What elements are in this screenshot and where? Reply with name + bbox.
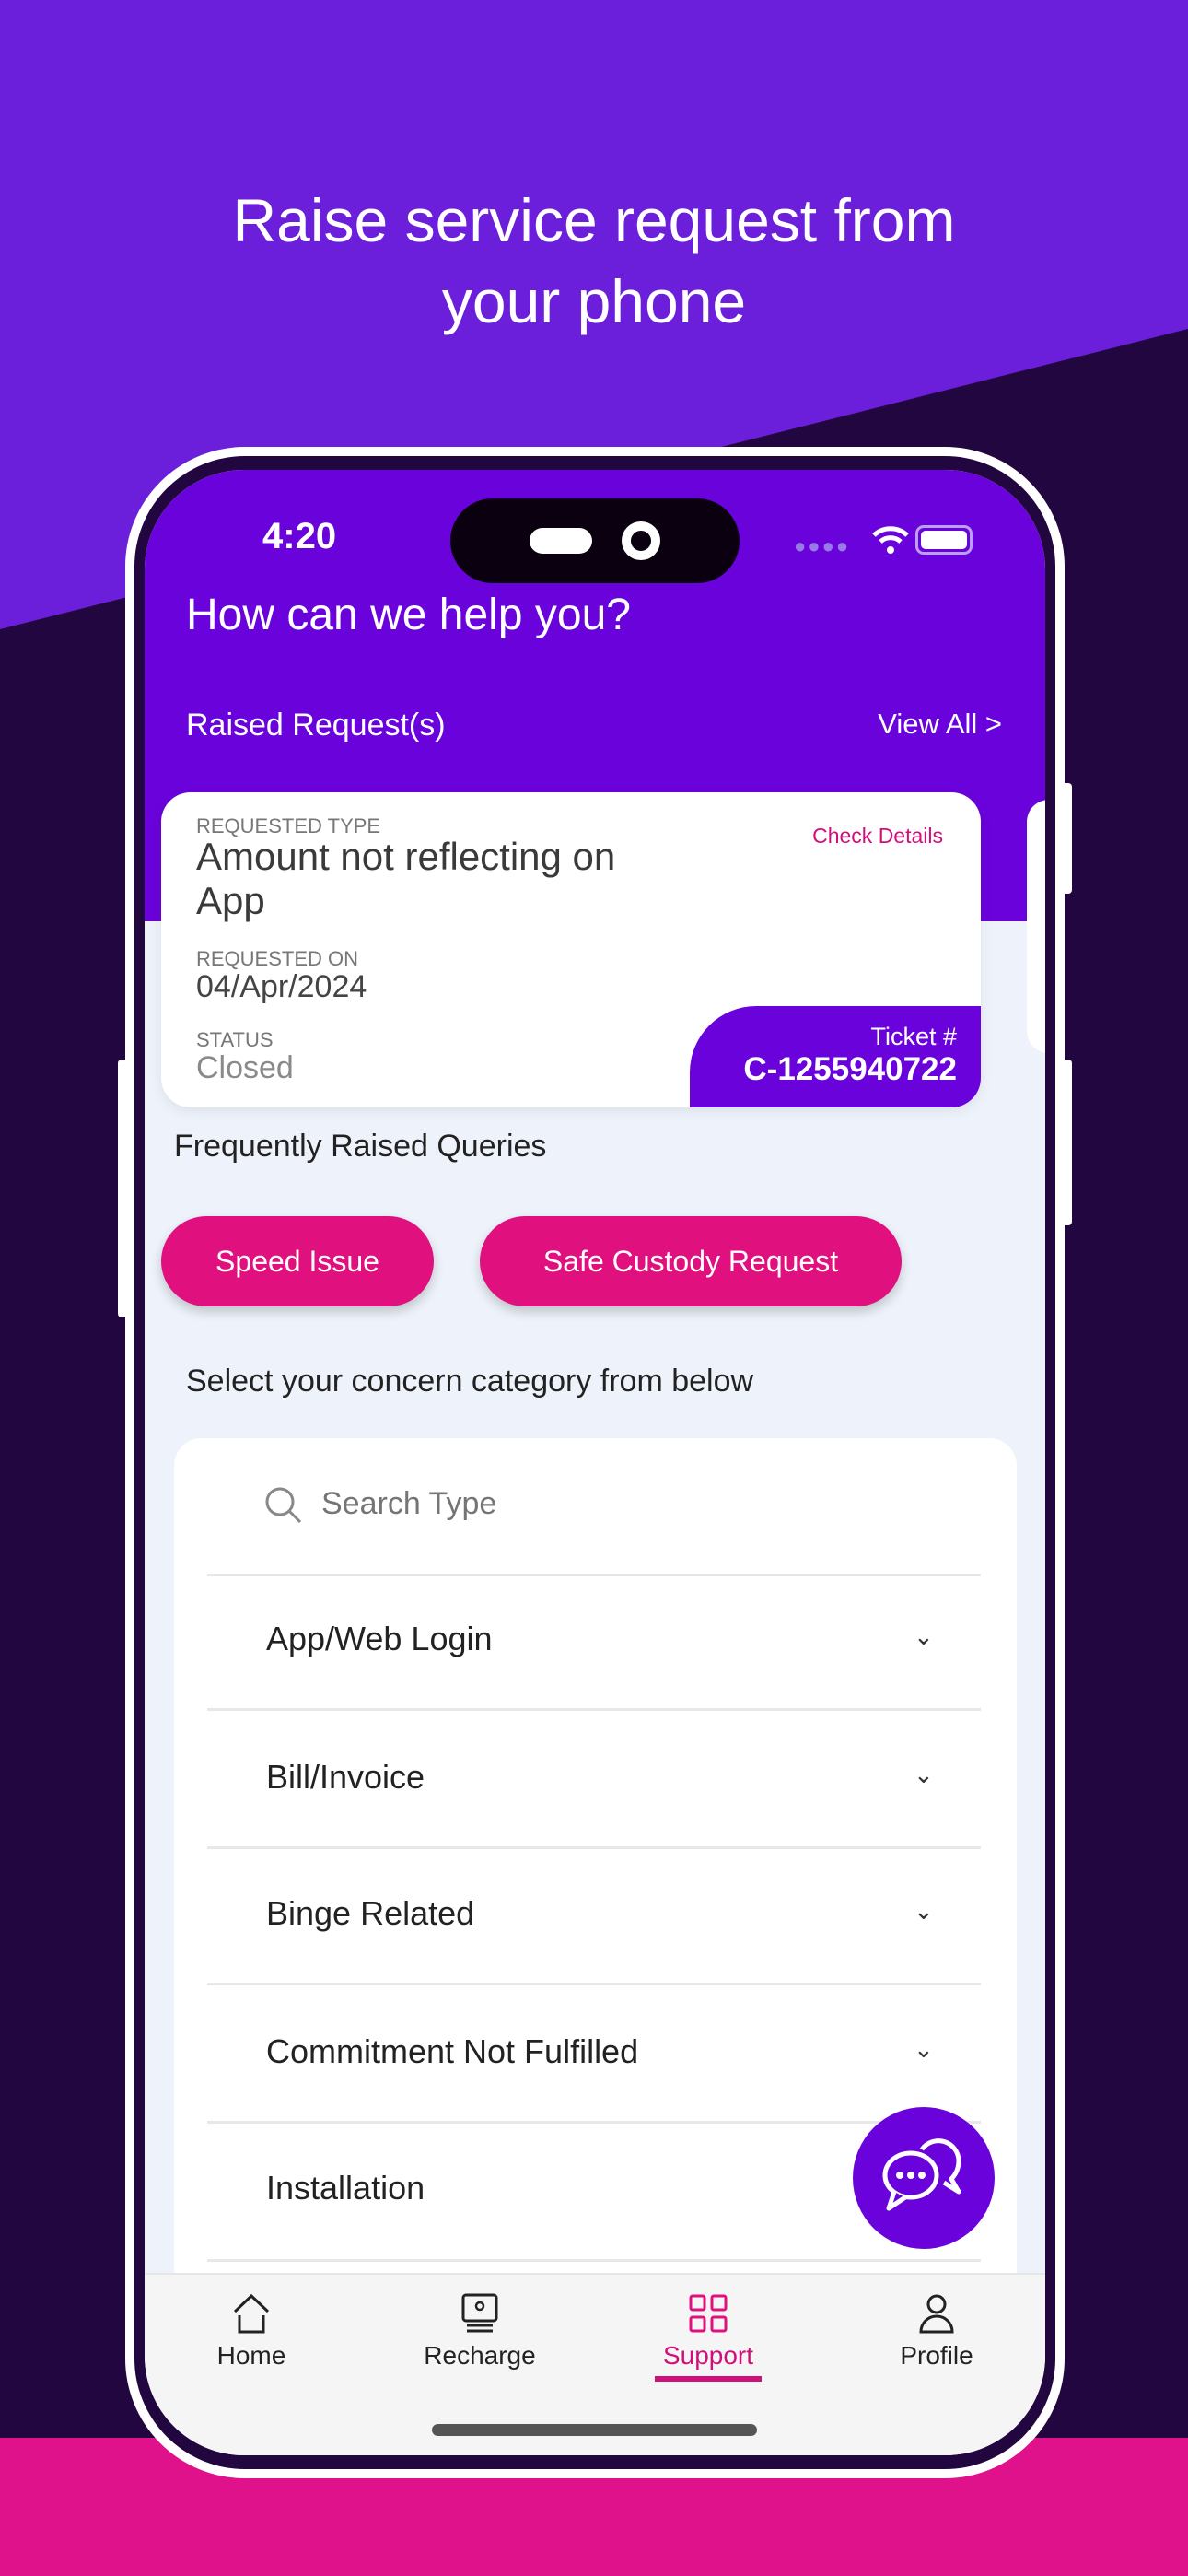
search-icon — [265, 1487, 302, 1524]
chat-support-button[interactable] — [853, 2107, 995, 2249]
next-request-card[interactable] — [1027, 800, 1045, 1053]
divider — [207, 1846, 981, 1849]
page-title: How can we help you? — [186, 591, 631, 639]
category-item-binge-related[interactable]: Binge Related — [266, 1891, 948, 1937]
category-item-commitment-not-fulfilled[interactable]: Commitment Not Fulfilled — [266, 2029, 948, 2075]
nav-recharge[interactable]: Recharge — [388, 2293, 572, 2371]
phone-side-button — [1061, 783, 1072, 894]
recharge-icon — [461, 2293, 498, 2333]
ticket-badge: Ticket # C-1255940722 — [690, 1006, 981, 1107]
nav-profile-label: Profile — [900, 2341, 973, 2370]
raised-requests-heading: Raised Request(s) — [186, 708, 446, 743]
divider — [207, 1983, 981, 1985]
requested-on-value: 04/Apr/2024 — [196, 969, 367, 1004]
active-tab-underline — [655, 2376, 762, 2382]
battery-icon — [915, 525, 973, 555]
signal-icon: ●●●● — [794, 534, 851, 557]
category-item-installation[interactable]: Installation — [266, 2165, 948, 2211]
frequent-queries-heading: Frequently Raised Queries — [174, 1129, 547, 1164]
chevron-down-icon[interactable]: ⌄ — [914, 1761, 934, 1789]
status-time: 4:20 — [262, 516, 337, 556]
category-item-bill-invoice[interactable]: Bill/Invoice — [266, 1754, 948, 1800]
check-details-link[interactable]: Check Details — [812, 824, 943, 849]
island-pill — [530, 528, 592, 554]
requested-type-value: Amount not reflecting on App — [196, 835, 616, 922]
chevron-down-icon[interactable]: ⌄ — [914, 2035, 934, 2064]
chevron-down-icon[interactable]: ⌄ — [914, 1897, 934, 1926]
promo-line-2: your phone — [441, 267, 747, 335]
chevron-down-icon[interactable]: ⌄ — [914, 1622, 934, 1651]
nav-recharge-label: Recharge — [424, 2341, 536, 2370]
status-label: STATUS — [196, 1028, 274, 1051]
nav-profile[interactable]: Profile — [844, 2293, 1029, 2371]
support-grid-icon — [689, 2294, 728, 2333]
dynamic-island — [450, 498, 740, 583]
phone-screen: 4:20 ●●●● How can we help you? Raised Re… — [145, 470, 1045, 2455]
chat-bubbles-icon — [882, 2138, 961, 2211]
category-item-app-web-login[interactable]: App/Web Login — [266, 1616, 948, 1662]
wifi-icon — [872, 526, 909, 554]
nav-support[interactable]: Support — [616, 2293, 800, 2382]
status-value: Closed — [196, 1050, 294, 1085]
promo-line-1: Raise service request from — [232, 186, 956, 254]
divider — [207, 2121, 981, 2124]
search-input[interactable] — [321, 1481, 948, 1527]
category-heading: Select your concern category from below — [186, 1364, 754, 1399]
home-icon — [233, 2293, 270, 2334]
view-all-link[interactable]: View All > — [878, 708, 1002, 741]
ticket-label: Ticket # — [870, 1023, 957, 1050]
nav-home-label: Home — [216, 2341, 286, 2370]
phone-side-button — [1061, 1060, 1072, 1225]
promo-headline: Raise service request from your phone — [0, 180, 1188, 342]
divider — [207, 2259, 981, 2262]
camera-icon — [622, 521, 660, 560]
profile-icon — [919, 2294, 954, 2334]
nav-support-label: Support — [662, 2341, 754, 2370]
request-card[interactable]: REQUESTED TYPE Amount not reflecting on … — [161, 792, 981, 1107]
chip-speed-issue[interactable]: Speed Issue — [161, 1216, 434, 1306]
requested-on-label: REQUESTED ON — [196, 947, 359, 970]
divider — [207, 1574, 981, 1576]
home-indicator[interactable] — [432, 2424, 757, 2436]
chip-safe-custody-request[interactable]: Safe Custody Request — [480, 1216, 902, 1306]
ticket-number: C-1255940722 — [743, 1051, 957, 1087]
phone-side-button — [118, 1060, 129, 1317]
divider — [207, 1708, 981, 1711]
nav-home[interactable]: Home — [159, 2293, 344, 2371]
